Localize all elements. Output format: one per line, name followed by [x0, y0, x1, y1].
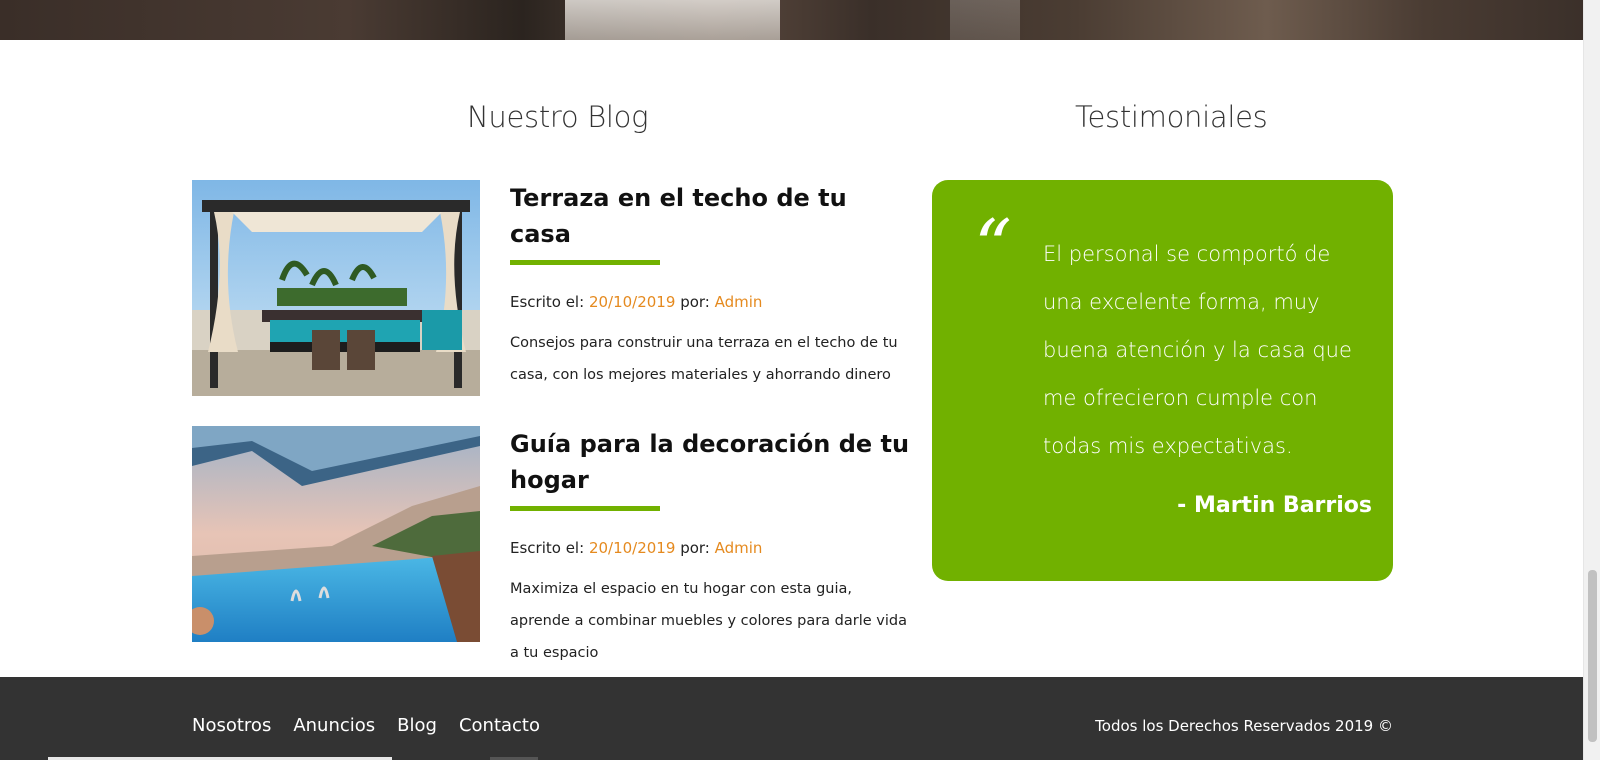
post-by-label: por: — [680, 293, 710, 311]
testimonial-author: - Martin Barrios — [1177, 493, 1372, 518]
footer: Nosotros Anuncios Blog Contacto Todos lo… — [0, 677, 1583, 760]
copyright-text: Todos los Derechos Reservados 2019 © — [1095, 717, 1393, 735]
post-meta: Escrito el: 20/10/2019 por: Admin — [510, 293, 910, 311]
footer-link-anuncios[interactable]: Anuncios — [293, 715, 375, 736]
scrollbar-thumb[interactable] — [1588, 570, 1597, 742]
testimonial-card: “ El personal se comportó de una excelen… — [932, 180, 1393, 581]
post-title-underline — [510, 260, 660, 265]
quote-icon: “ — [974, 204, 1012, 290]
post-written-label: Escrito el: — [510, 539, 585, 557]
blog-section-title: Nuestro Blog — [467, 100, 649, 134]
post-author-link[interactable]: Admin — [715, 293, 763, 311]
post-title-underline — [510, 506, 660, 511]
post-excerpt: Maximiza el espacio en tu hogar con esta… — [510, 581, 907, 661]
post-title-link[interactable]: Terraza en el techo de tu casa — [510, 180, 910, 252]
post-meta: Escrito el: 20/10/2019 por: Admin — [510, 539, 910, 557]
post-excerpt: Consejos para construir una terraza en e… — [510, 335, 898, 383]
testimonial-text: El personal se comportó de una excelente… — [1043, 242, 1352, 458]
post-written-label: Escrito el: — [510, 293, 585, 311]
post-by-label: por: — [680, 539, 710, 557]
footer-link-contacto[interactable]: Contacto — [459, 715, 540, 736]
post-title-link[interactable]: Guía para la decoración de tu hogar — [510, 426, 910, 498]
testimonials-section-title: Testimoniales — [1075, 100, 1268, 134]
post-date[interactable]: 20/10/2019 — [589, 539, 675, 557]
hero-image — [0, 0, 1583, 40]
footer-link-nosotros[interactable]: Nosotros — [192, 715, 271, 736]
post-image-pool[interactable] — [192, 426, 480, 642]
post-body: Guía para la decoración de tu hogar Escr… — [510, 426, 910, 669]
footer-link-blog[interactable]: Blog — [397, 715, 437, 736]
page: Nuestro Blog Testimoniales Terraza en el… — [0, 0, 1600, 760]
post-date[interactable]: 20/10/2019 — [589, 293, 675, 311]
post-image-terrace[interactable] — [192, 180, 480, 396]
footer-nav: Nosotros Anuncios Blog Contacto — [192, 715, 540, 736]
page-scrollbar[interactable] — [1583, 0, 1600, 760]
post-author-link[interactable]: Admin — [715, 539, 763, 557]
post-body: Terraza en el techo de tu casa Escrito e… — [510, 180, 910, 391]
